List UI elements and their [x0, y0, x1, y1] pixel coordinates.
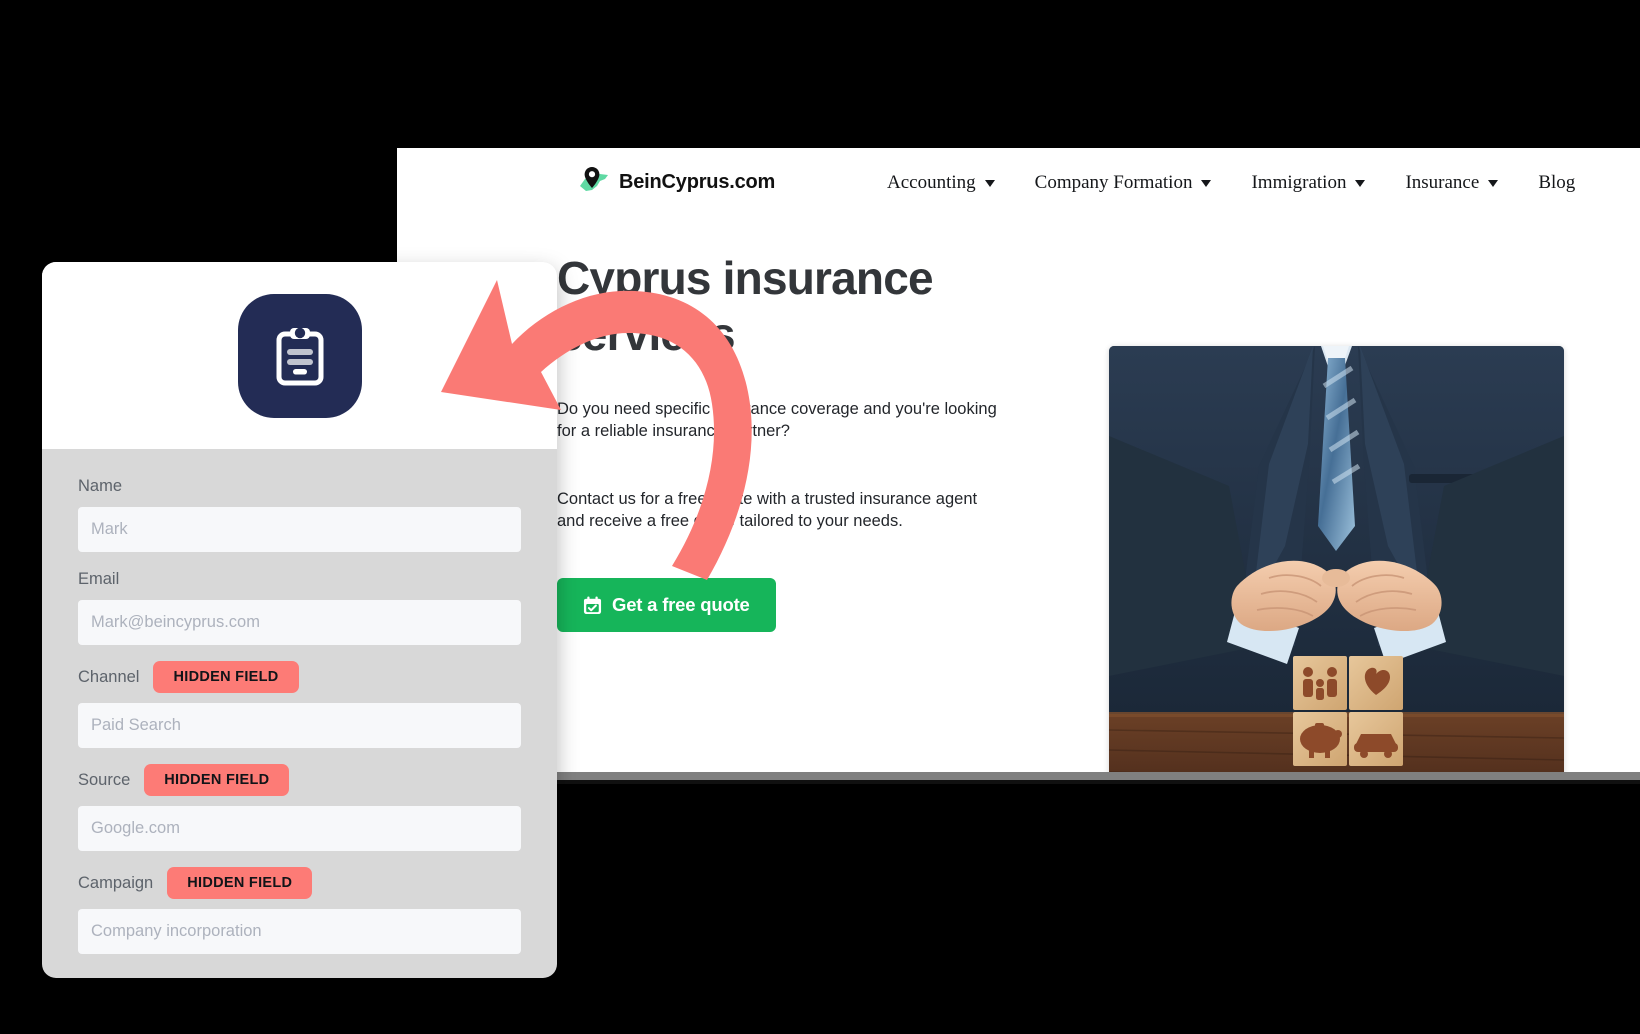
field-label-row: Source HIDDEN FIELD: [78, 764, 521, 796]
nav-label: Insurance: [1405, 172, 1480, 193]
field-label-row: Campaign HIDDEN FIELD: [78, 867, 521, 899]
brand-logo[interactable]: BeinCyprus.com: [575, 162, 775, 202]
form-field-name: Name: [78, 475, 521, 552]
form-field-email: Email: [78, 568, 521, 645]
form-field-campaign: Campaign HIDDEN FIELD: [78, 867, 521, 954]
hidden-field-badge: HIDDEN FIELD: [144, 764, 290, 796]
hero-paragraph-1: Do you need specific insurance coverage …: [557, 400, 997, 440]
chevron-down-icon: [1355, 179, 1366, 187]
calendar-check-icon: [583, 595, 602, 615]
lead-form-card: Name Email Channel HIDDEN FIELD Source: [42, 262, 557, 978]
cyprus-map-pin-icon: [575, 162, 615, 202]
nav-label: Immigration: [1251, 172, 1347, 193]
nav-item-blog[interactable]: Blog: [1518, 166, 1595, 200]
email-input[interactable]: [78, 600, 521, 645]
page-title: Cyprus insurance services: [557, 252, 934, 360]
nav-item-accounting[interactable]: Accounting: [867, 166, 1015, 200]
hidden-field-badge: HIDDEN FIELD: [153, 661, 299, 693]
field-label: Campaign: [78, 874, 154, 892]
brand-name: BeinCyprus.com: [619, 171, 776, 193]
get-a-free-quote-button[interactable]: Get a free quote: [557, 578, 776, 632]
site-header: BeinCyprus.com Accounting Company Format…: [397, 148, 1640, 236]
page-bottom-band: [557, 772, 1640, 784]
chevron-down-icon: [1488, 179, 1499, 187]
hidden-field-badge: HIDDEN FIELD: [167, 867, 313, 899]
field-label: Email: [78, 570, 120, 588]
field-label-row: Channel HIDDEN FIELD: [78, 661, 521, 693]
form-fields: Name Email Channel HIDDEN FIELD Source: [42, 449, 557, 978]
name-input[interactable]: [78, 507, 521, 552]
hero-paragraph-2: Contact us for a free quote with a trust…: [557, 490, 978, 530]
nav-label: Company Formation: [1034, 172, 1193, 193]
field-label: Name: [78, 477, 123, 495]
hero-content: Cyprus insurance services Do you need sp…: [557, 250, 1037, 632]
channel-input[interactable]: [78, 703, 521, 748]
nav-label: Blog: [1538, 172, 1576, 193]
form-field-source: Source HIDDEN FIELD: [78, 764, 521, 851]
campaign-input[interactable]: [78, 909, 521, 954]
chevron-down-icon: [1201, 179, 1212, 187]
main-nav: Accounting Company Formation Immigration…: [867, 166, 1595, 200]
form-card-header: [42, 262, 557, 449]
website-screenshot-panel: BeinCyprus.com Accounting Company Format…: [397, 148, 1640, 784]
hero-image: [1109, 346, 1564, 784]
chevron-down-icon: [984, 179, 995, 187]
screenshot-stage: BeinCyprus.com Accounting Company Format…: [0, 0, 1640, 1034]
source-input[interactable]: [78, 806, 521, 851]
hero-section: Cyprus insurance services Do you need sp…: [397, 236, 1640, 784]
nav-item-immigration[interactable]: Immigration: [1231, 166, 1385, 200]
cta-label: Get a free quote: [612, 594, 750, 615]
clipboard-form-icon: [237, 293, 362, 418]
field-label: Source: [78, 771, 131, 789]
field-label: Channel: [78, 668, 140, 686]
nav-label: Accounting: [887, 172, 976, 193]
form-field-channel: Channel HIDDEN FIELD: [78, 661, 521, 748]
nav-item-company-formation[interactable]: Company Formation: [1015, 166, 1232, 200]
nav-item-insurance[interactable]: Insurance: [1385, 166, 1518, 200]
